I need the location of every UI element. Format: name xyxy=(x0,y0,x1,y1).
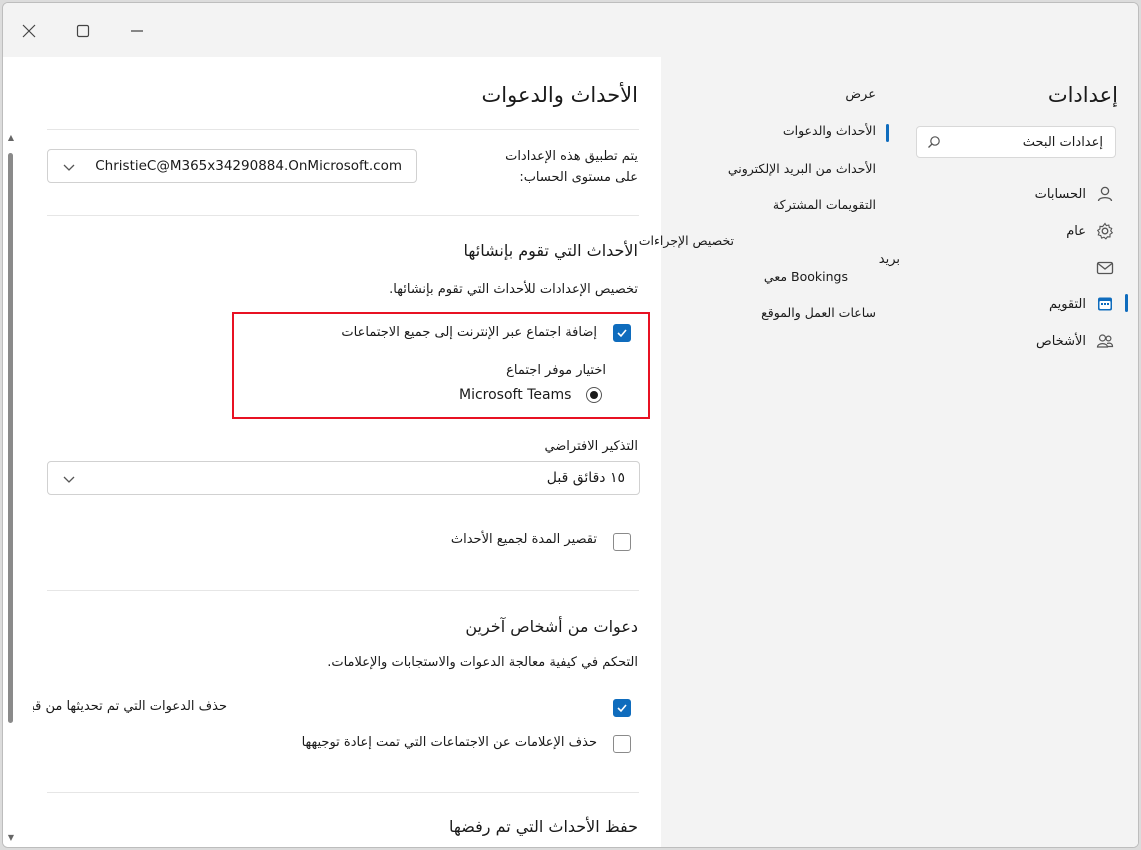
calendar-icon xyxy=(1094,293,1116,315)
search-input[interactable] xyxy=(951,133,1105,151)
search-box[interactable] xyxy=(916,126,1116,158)
online-meeting-label: إضافة اجتماع عبر الإنترنت إلى جميع الاجت… xyxy=(341,325,597,340)
shorten-duration-checkbox[interactable] xyxy=(613,533,631,551)
checkmark-icon xyxy=(617,329,627,338)
chevron-down-icon xyxy=(63,476,75,483)
settings-window: إعدادات الحسابات عام xyxy=(2,2,1139,848)
account-scope-label-2: على مستوى الحساب: xyxy=(519,170,638,185)
maximize-button[interactable] xyxy=(69,17,97,45)
section-title-declined: حفظ الأحداث التي تم رفضها xyxy=(449,817,638,836)
sidebar-item-label: بريد xyxy=(878,252,900,267)
delete-updated-invites-label: حذف الدعوات التي تم تحديثها من قبل المنظ… xyxy=(33,699,227,714)
mail-icon xyxy=(1094,257,1116,279)
subnav-item-shared-calendars[interactable]: التقويمات المشتركة xyxy=(773,197,876,212)
divider xyxy=(47,792,639,793)
subnav-item-events-from-email[interactable]: الأحداث من البريد الإلكتروني xyxy=(728,161,876,176)
sidebar-item-label: الأشخاص xyxy=(1036,333,1086,349)
title-bar xyxy=(3,3,1138,57)
checkmark-icon xyxy=(617,704,627,713)
minimize-icon xyxy=(131,30,143,32)
close-button[interactable] xyxy=(15,17,43,45)
maximize-icon xyxy=(76,24,90,38)
section-title-events-you-create: الأحداث التي تقوم بإنشائها xyxy=(463,241,638,260)
divider xyxy=(47,215,639,216)
section-title-invitations: دعوات من أشخاص آخرين xyxy=(465,617,638,636)
section-description: التحكم في كيفية معالجة الدعوات والاستجاب… xyxy=(327,655,638,670)
page-title: الأحداث والدعوات xyxy=(481,83,638,107)
sidebar-item-label: الحسابات xyxy=(1034,186,1086,202)
scrollbar-thumb[interactable] xyxy=(8,153,13,723)
sidebar-item-label: التقويم xyxy=(1048,296,1086,312)
sidebar-item-mail[interactable]: بريد xyxy=(879,252,1116,282)
default-reminder-label: التذكير الافتراضي xyxy=(544,439,638,454)
provider-label: اختيار موفر اجتماع xyxy=(506,363,606,378)
online-meeting-checkbox[interactable] xyxy=(613,324,631,342)
navigation-pane: إعدادات الحسابات عام xyxy=(639,57,1138,847)
delete-forwarded-checkbox[interactable] xyxy=(613,735,631,753)
subnav-item-my-bookings[interactable]: Bookings معي xyxy=(764,269,848,284)
sidebar-item-people[interactable]: الأشخاص xyxy=(926,327,1116,355)
sidebar-item-calendar[interactable]: التقويم xyxy=(926,290,1116,318)
reminder-value: ١٥ دقائق قبل xyxy=(546,470,625,486)
subnav-active-indicator xyxy=(886,124,889,142)
teams-option-label: Microsoft Teams xyxy=(459,387,572,403)
subnav-heading: عرض xyxy=(845,87,876,102)
account-scope-label: يتم تطبيق هذه الإعدادات xyxy=(505,149,638,164)
subnav-item-events-invitations[interactable]: الأحداث والدعوات xyxy=(783,123,876,138)
person-icon xyxy=(1094,183,1116,205)
sidebar-item-label: عام xyxy=(1066,223,1086,239)
account-dropdown[interactable]: ChristieC@M365x34290884.OnMicrosoft.com xyxy=(47,149,417,183)
teams-radio[interactable] xyxy=(586,387,602,403)
radio-dot xyxy=(590,391,598,399)
delete-updated-invites-checkbox[interactable] xyxy=(613,699,631,717)
sidebar-active-indicator xyxy=(1125,294,1128,312)
scroll-down-arrow[interactable]: ▼ xyxy=(6,833,16,843)
shorten-duration-label: تقصير المدة لجميع الأحداث xyxy=(450,532,597,547)
subnav-item-customize-actions[interactable]: تخصيص الإجراءات xyxy=(639,233,734,248)
account-value: ChristieC@M365x34290884.OnMicrosoft.com xyxy=(95,158,402,174)
divider xyxy=(47,590,639,591)
subnav-item-work-hours[interactable]: ساعات العمل والموقع xyxy=(761,305,876,320)
gear-icon xyxy=(1094,220,1116,242)
minimize-button[interactable] xyxy=(123,17,151,45)
sidebar-item-general[interactable]: عام xyxy=(926,217,1116,245)
scroll-up-arrow[interactable]: ▲ xyxy=(6,133,16,143)
search-icon xyxy=(927,135,941,149)
chevron-down-icon xyxy=(63,164,75,171)
settings-title: إعدادات xyxy=(1047,83,1118,107)
reminder-dropdown[interactable]: ١٥ دقائق قبل xyxy=(47,461,640,495)
section-description: تخصيص الإعدادات للأحداث التي تقوم بإنشائ… xyxy=(389,282,638,297)
close-icon xyxy=(22,24,36,38)
delete-forwarded-label: حذف الإعلامات عن الاجتماعات التي تمت إعا… xyxy=(301,735,597,750)
settings-content: إعدادات الحسابات عام xyxy=(3,57,1138,847)
divider xyxy=(47,129,639,130)
sidebar-item-accounts[interactable]: الحسابات xyxy=(926,180,1116,208)
people-icon xyxy=(1094,330,1116,352)
